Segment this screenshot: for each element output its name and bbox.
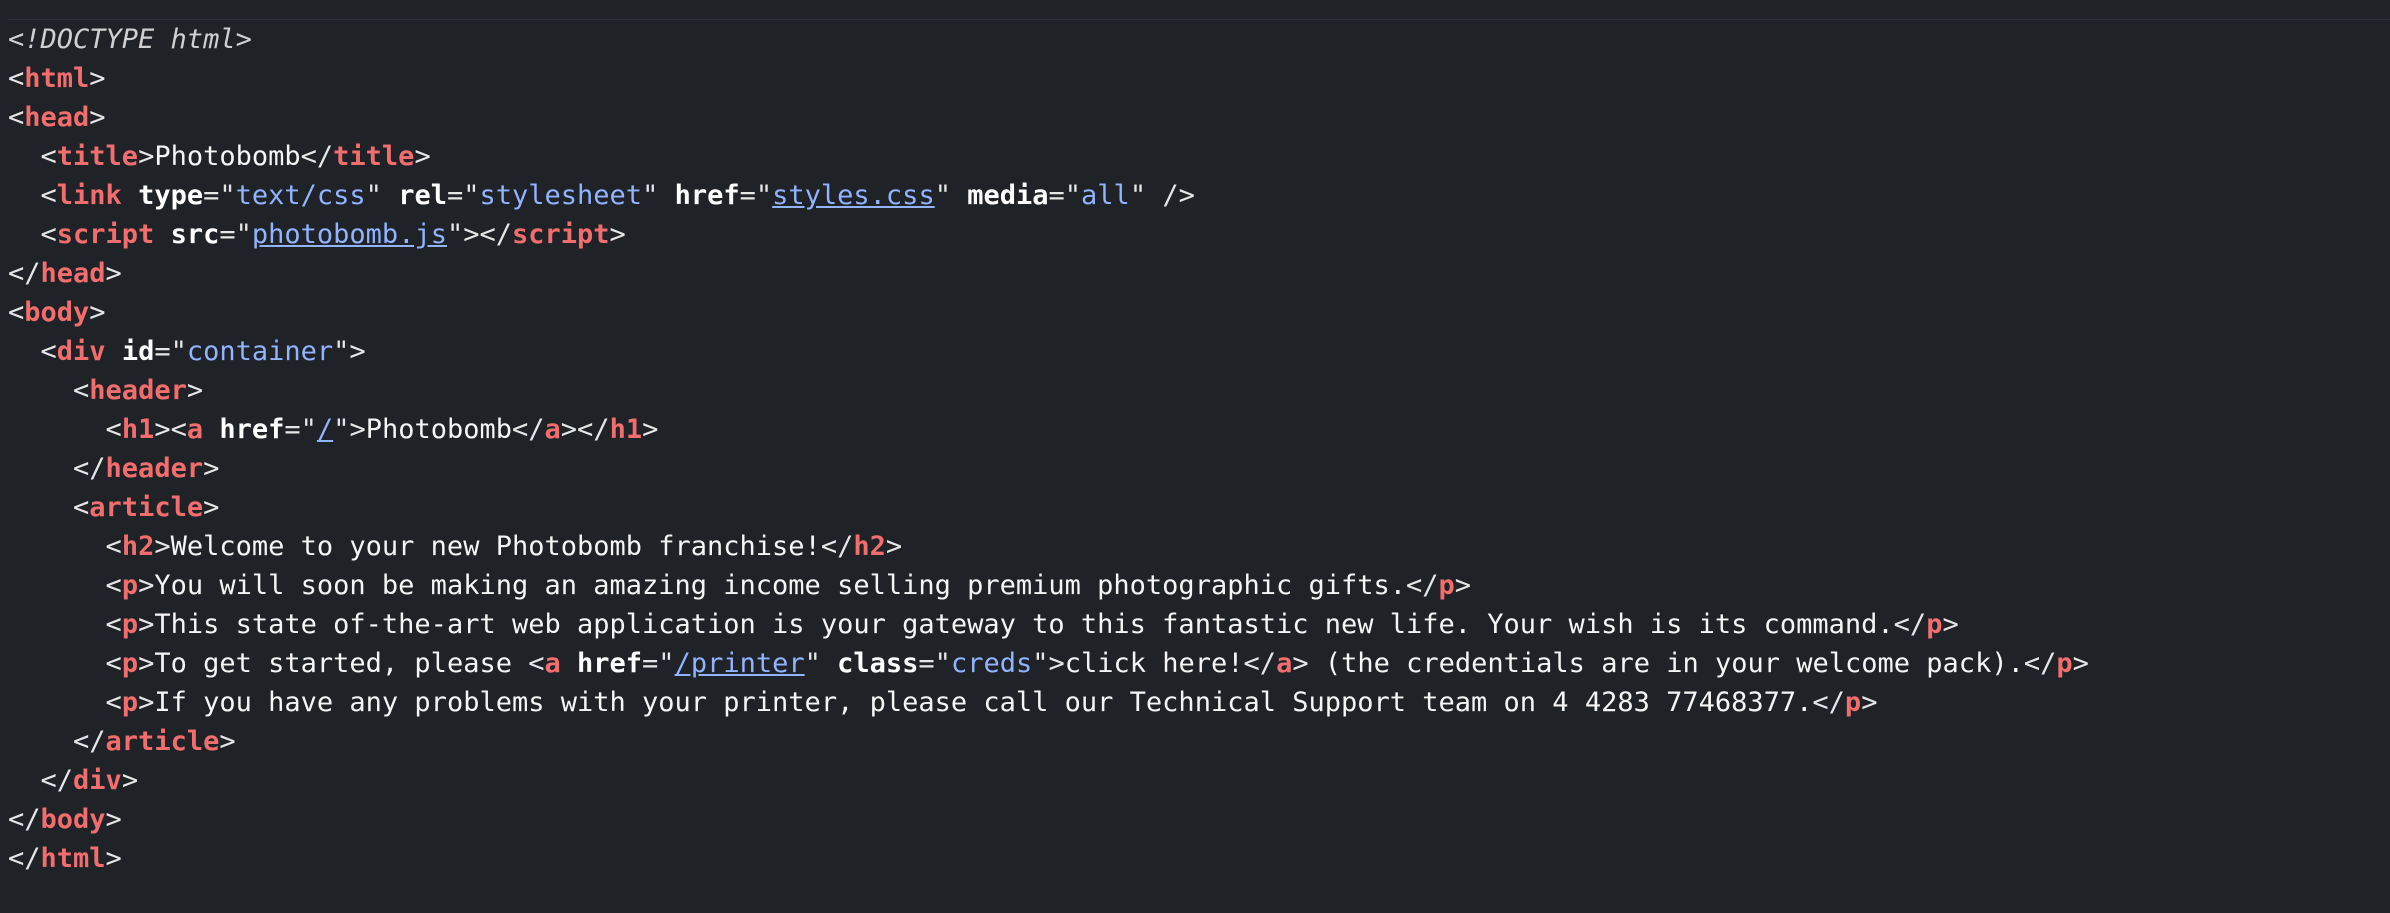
source-line-script: <script src="photobomb.js"></script> bbox=[40, 219, 626, 250]
photobomb-js-link[interactable]: photobomb.js bbox=[252, 219, 447, 250]
source-line-body-open: <body> bbox=[8, 297, 106, 328]
h2-text: Welcome to your new Photobomb franchise! bbox=[170, 531, 821, 562]
source-line-p1: <p>You will soon be making an amazing in… bbox=[105, 570, 1472, 601]
source-line-body-close: </body> bbox=[8, 804, 122, 835]
source-line-h1: <h1><a href="/">Photobomb</a></h1> bbox=[105, 414, 659, 445]
page-source-view: <!DOCTYPE html> <html> <head> <title>Photo… bbox=[8, 19, 2390, 878]
link-rel-value: stylesheet bbox=[479, 180, 643, 211]
paragraph-3-suffix: (the credentials are in your welcome pac… bbox=[1308, 648, 2024, 679]
source-line-html-close: </html> bbox=[8, 843, 122, 874]
source-line-p3: <p>To get started, please <a href="/prin… bbox=[105, 648, 2089, 679]
div-id-value: container bbox=[186, 336, 334, 367]
source-line-p4: <p>If you have any problems with your pr… bbox=[105, 687, 1878, 718]
doctype-declaration: <!DOCTYPE html> bbox=[8, 24, 252, 55]
paragraph-3-prefix: To get started, please bbox=[154, 648, 529, 679]
root-link[interactable]: / bbox=[317, 414, 333, 445]
source-line-article-close: </article> bbox=[73, 726, 236, 757]
printer-link[interactable]: /printer bbox=[675, 648, 805, 679]
source-line-header-open: <header> bbox=[73, 375, 204, 406]
creds-class-value: creds bbox=[950, 648, 1033, 679]
link-media-value: all bbox=[1081, 180, 1130, 211]
source-line-html-open: <html> bbox=[8, 63, 106, 94]
source-line-header-close: </header> bbox=[73, 453, 220, 484]
click-here-text: click here! bbox=[1064, 648, 1244, 679]
paragraph-2-text: This state of-the-art web application is… bbox=[154, 609, 1894, 640]
title-text: Photobomb bbox=[154, 141, 301, 172]
source-line-doctype: <!DOCTYPE html> bbox=[8, 20, 2390, 59]
link-type-value: text/css bbox=[235, 180, 366, 211]
paragraph-4-text: If you have any problems with your print… bbox=[154, 687, 1813, 718]
source-line-h2: <h2>Welcome to your new Photobomb franch… bbox=[105, 531, 903, 562]
styles-css-link[interactable]: styles.css bbox=[772, 180, 935, 211]
source-line-title: <title>Photobomb</title> bbox=[40, 141, 431, 172]
source-line-link: <link type="text/css" rel="stylesheet" h… bbox=[40, 180, 1195, 211]
source-line-article-open: <article> bbox=[73, 492, 220, 523]
source-line-head-open: <head> bbox=[8, 102, 106, 133]
source-line-div-open: <div id="container"> bbox=[40, 336, 366, 367]
paragraph-1-text: You will soon be making an amazing incom… bbox=[154, 570, 1407, 601]
source-line-head-close: </head> bbox=[8, 258, 122, 289]
source-line-p2: <p>This state of-the-art web application… bbox=[105, 609, 1959, 640]
source-line-div-close: </div> bbox=[40, 765, 139, 796]
h1-text: Photobomb bbox=[365, 414, 513, 445]
